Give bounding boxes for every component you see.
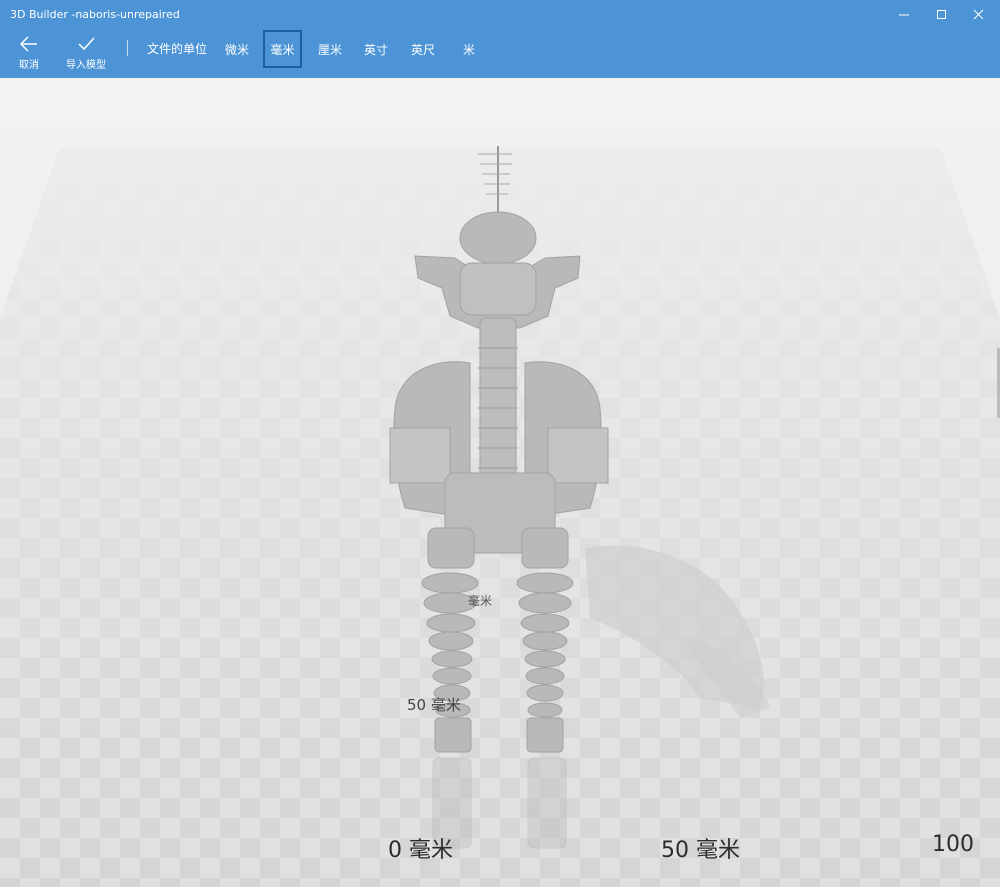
import-model-button[interactable]: 导入模型 [62,34,110,76]
cancel-button[interactable]: 取消 [10,34,48,76]
close-icon [973,9,984,20]
ruler-label-back: 毫米 [468,594,493,608]
ruler-label-100mm: 100 [932,832,974,857]
window-title: 3D Builder -naboris-unrepaired [10,8,180,21]
unit-millimeter[interactable]: 毫米 [263,30,302,68]
minimize-button[interactable] [886,0,922,30]
maximize-icon [937,10,946,19]
import-toolbar: 取消 导入模型 文件的单位 微米 毫米 厘米 英寸 英尺 米 [0,30,1000,78]
unit-inch[interactable]: 英寸 [357,30,395,68]
ruler-label-mid: 50 毫米 [407,696,461,714]
ruler-label-0mm: 0 毫米 [388,838,453,863]
unit-centimeter[interactable]: 厘米 [311,30,349,68]
scene-canvas [0,78,1000,887]
file-units-caption: 文件的单位 [147,42,208,56]
3d-viewport[interactable]: 毫米 50 毫米 0 毫米 50 毫米 100 [0,78,1000,887]
title-bar: 3D Builder -naboris-unrepaired [0,0,1000,30]
close-button[interactable] [961,0,997,30]
maximize-button[interactable] [924,0,960,30]
unit-meter[interactable]: 米 [450,30,488,68]
minimize-icon [899,14,909,16]
unit-micrometer[interactable]: 微米 [218,30,256,68]
toolbar-divider [127,40,128,56]
checkmark-icon [78,37,95,51]
import-model-label: 导入模型 [66,60,106,71]
unit-foot[interactable]: 英尺 [404,30,442,68]
ruler-label-50mm: 50 毫米 [661,838,740,863]
back-arrow-icon [19,36,37,52]
cancel-label: 取消 [19,60,39,71]
